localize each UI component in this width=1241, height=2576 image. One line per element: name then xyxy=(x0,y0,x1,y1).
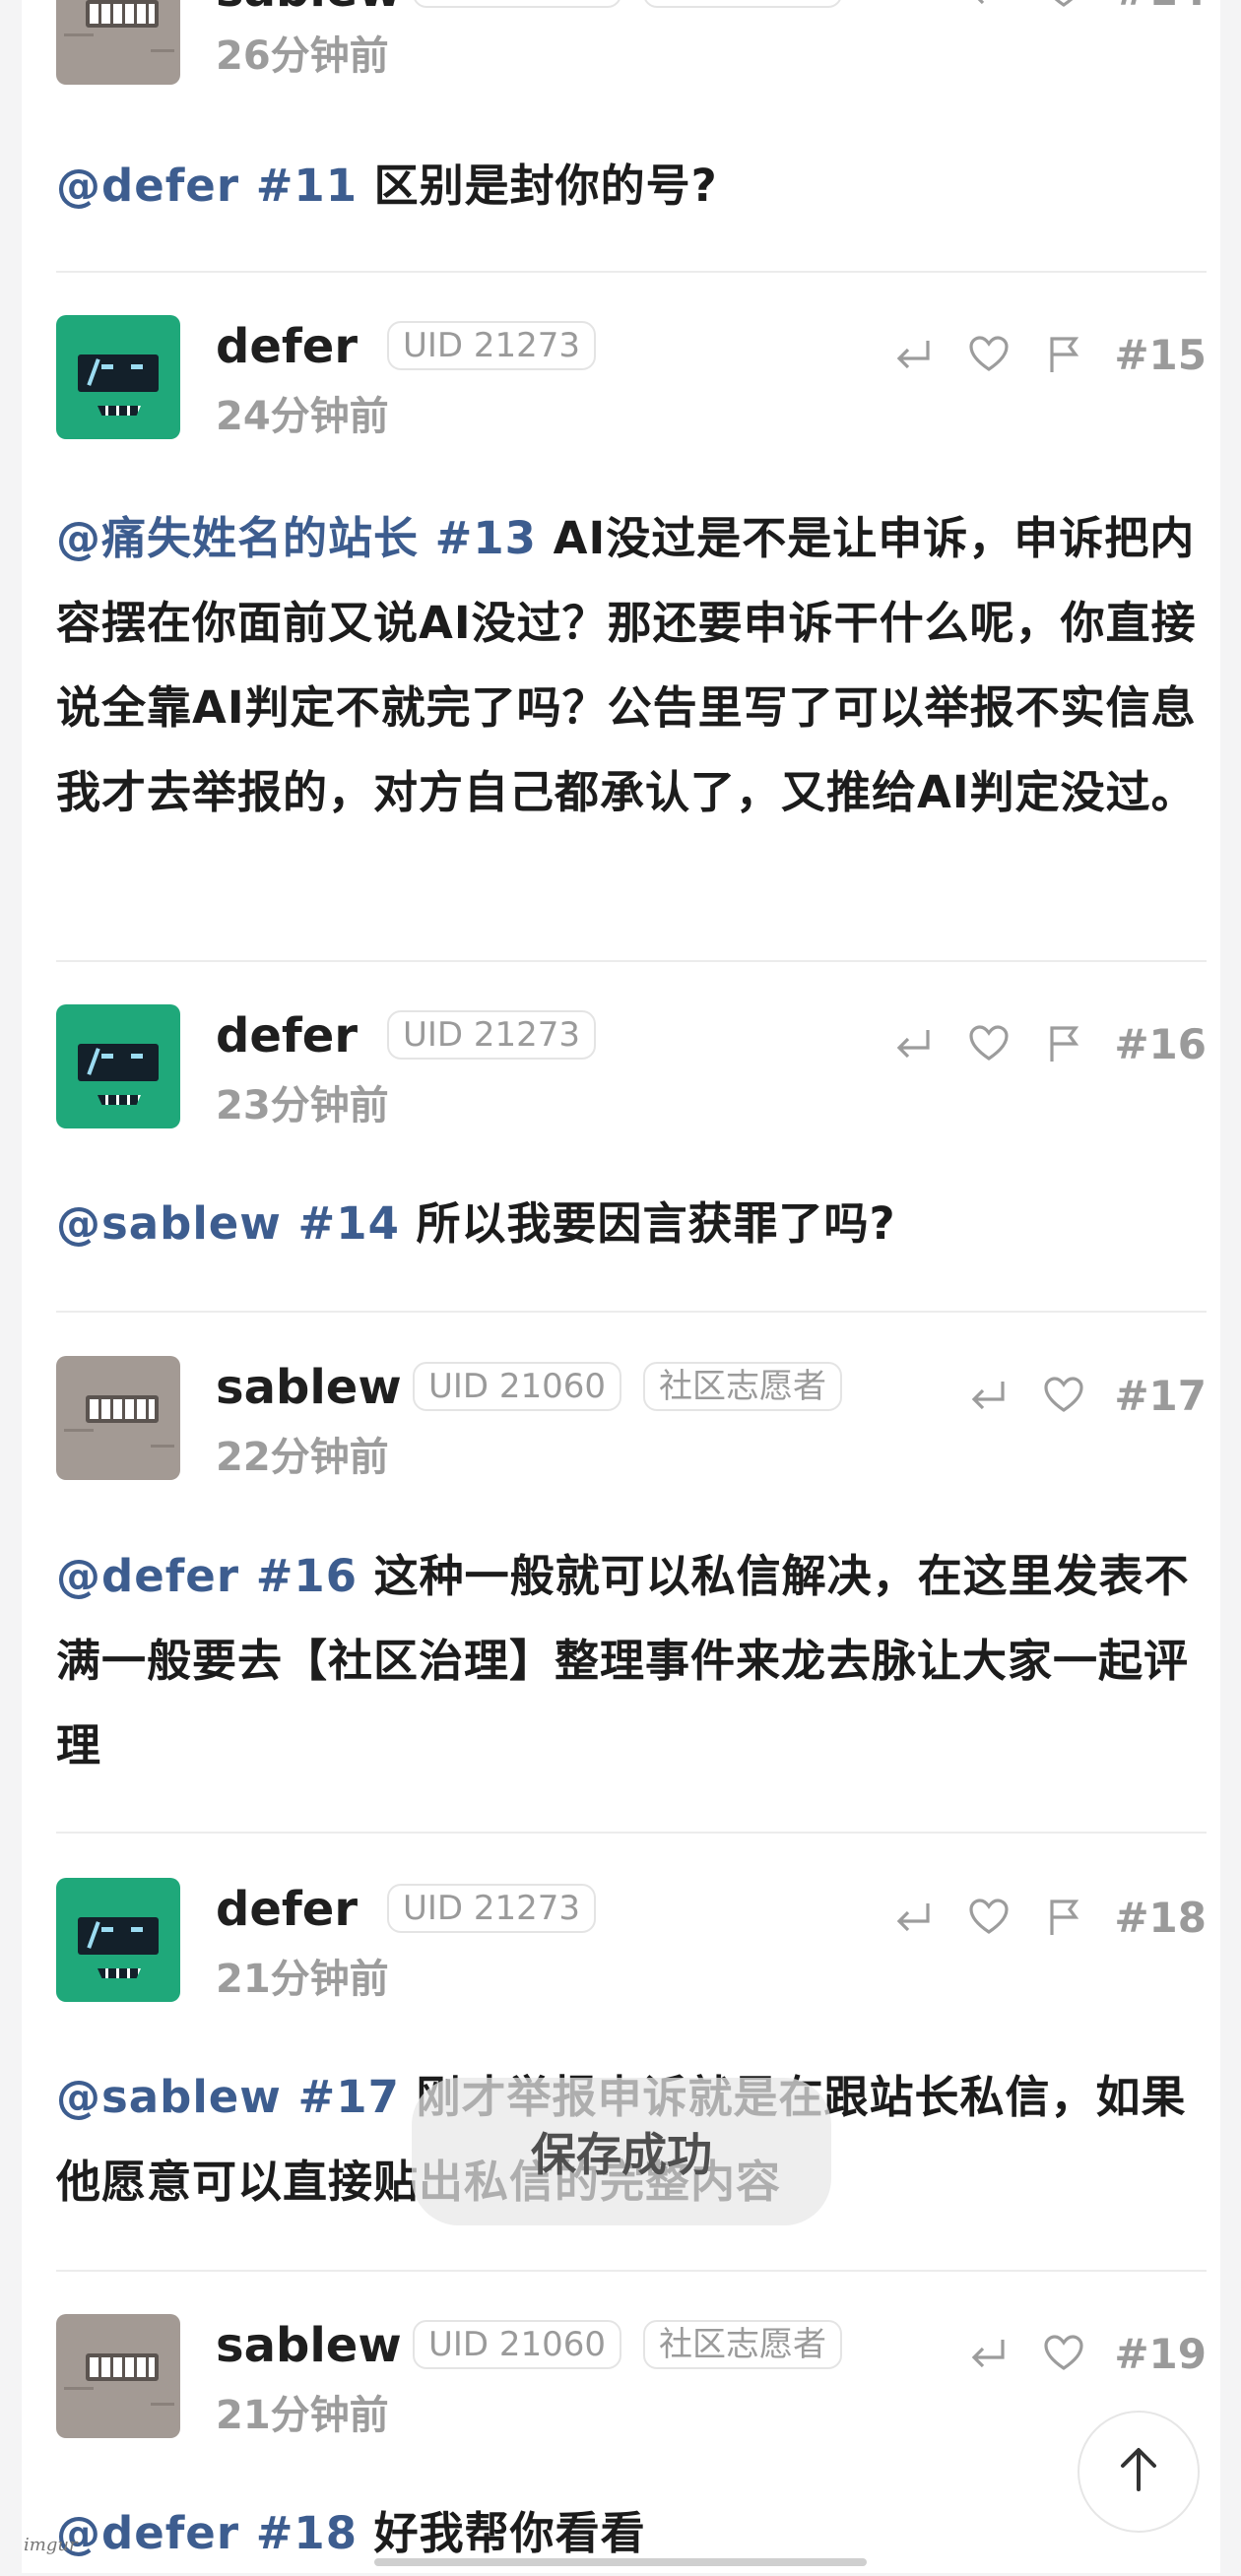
post-time: 23分钟前 xyxy=(216,1083,389,1128)
heart-icon[interactable] xyxy=(1039,1371,1088,1420)
role-badge: 社区志愿者 xyxy=(643,0,842,8)
reply-icon[interactable] xyxy=(889,1019,939,1068)
uid-badge: UID 21273 xyxy=(387,1010,597,1060)
floor-number[interactable]: #15 xyxy=(1114,331,1207,379)
mention-link[interactable]: @defer #16 xyxy=(56,1550,358,1602)
reply-icon[interactable] xyxy=(964,1371,1013,1420)
reply-post: sablew UID 21060 社区志愿者 26分钟前 #14 @defer … xyxy=(56,0,1207,217)
post-content: @痛失姓名的站长 #13 AI没过是不是让申诉，申诉把内容摆在你面前又说AI没过… xyxy=(56,512,1197,818)
mention-link[interactable]: @sablew #17 xyxy=(56,2071,400,2123)
uid-badge: UID 21273 xyxy=(387,321,597,370)
reply-post: defer UID 21273 24分钟前 #15 @痛失姓名的站长 #13 A… xyxy=(56,313,1207,953)
back-to-top-button[interactable] xyxy=(1078,2411,1200,2533)
post-time: 24分钟前 xyxy=(216,394,389,439)
post-content: @defer #16 这种一般就可以私信解决，在这里发表不满一般要去【社区治理】… xyxy=(56,1550,1190,1771)
role-badge: 社区志愿者 xyxy=(643,2320,842,2369)
heart-icon[interactable] xyxy=(1039,0,1088,15)
reply-post: sablew UID 21060 社区志愿者 21分钟前 #19 @defer … xyxy=(56,2312,1207,2573)
username[interactable]: defer xyxy=(216,1006,358,1065)
uid-badge: UID 21273 xyxy=(387,1884,597,1933)
post-content: @defer #11 区别是封你的号? xyxy=(56,160,718,212)
flag-icon[interactable] xyxy=(1039,330,1088,379)
avatar[interactable] xyxy=(56,2314,180,2438)
floor-number[interactable]: #14 xyxy=(1114,0,1207,15)
avatar[interactable] xyxy=(56,1878,180,2002)
avatar[interactable] xyxy=(56,315,180,439)
reply-icon[interactable] xyxy=(964,2329,1013,2378)
post-time: 21分钟前 xyxy=(216,1957,389,2002)
flag-icon[interactable] xyxy=(1039,1019,1088,1068)
uid-badge: UID 21060 xyxy=(413,1362,622,1411)
reply-post: sablew UID 21060 社区志愿者 22分钟前 #17 @defer … xyxy=(56,1354,1207,1807)
username[interactable]: sablew xyxy=(216,0,402,20)
watermark: imgur xyxy=(24,2535,78,2555)
floor-number[interactable]: #18 xyxy=(1114,1894,1207,1942)
username[interactable]: sablew xyxy=(216,2316,402,2375)
avatar[interactable] xyxy=(56,1356,180,1480)
flag-icon[interactable] xyxy=(1039,1893,1088,1942)
username[interactable]: defer xyxy=(216,317,358,376)
heart-icon[interactable] xyxy=(964,1019,1013,1068)
reply-icon[interactable] xyxy=(889,330,939,379)
floor-number[interactable]: #16 xyxy=(1114,1020,1207,1068)
heart-icon[interactable] xyxy=(964,1893,1013,1942)
reply-icon[interactable] xyxy=(964,0,1013,15)
post-time: 26分钟前 xyxy=(216,33,389,79)
floor-number[interactable]: #19 xyxy=(1114,2330,1207,2378)
mention-link[interactable]: @defer #18 xyxy=(56,2507,358,2559)
toast-message: 保存成功 xyxy=(412,2078,831,2225)
uid-badge: UID 21060 xyxy=(413,0,622,8)
reply-icon[interactable] xyxy=(889,1893,939,1942)
uid-badge: UID 21060 xyxy=(413,2320,622,2369)
post-time: 22分钟前 xyxy=(216,1435,389,1480)
post-time: 21分钟前 xyxy=(216,2393,389,2438)
scrollbar[interactable] xyxy=(374,2558,867,2566)
post-content: @sablew #14 所以我要因言获罪了吗? xyxy=(56,1197,896,1250)
mention-link[interactable]: @defer #11 xyxy=(56,160,358,212)
mention-link[interactable]: @痛失姓名的站长 #13 xyxy=(56,512,537,564)
reply-post: defer UID 21273 23分钟前 #16 @sablew #14 所以… xyxy=(56,1002,1207,1298)
username[interactable]: defer xyxy=(216,1880,358,1939)
mention-link[interactable]: @sablew #14 xyxy=(56,1197,400,1250)
heart-icon[interactable] xyxy=(964,330,1013,379)
heart-icon[interactable] xyxy=(1039,2329,1088,2378)
avatar[interactable] xyxy=(56,1004,180,1128)
arrow-up-icon xyxy=(1117,2446,1160,2497)
avatar[interactable] xyxy=(56,0,180,85)
floor-number[interactable]: #17 xyxy=(1114,1372,1207,1420)
username[interactable]: sablew xyxy=(216,1358,402,1417)
role-badge: 社区志愿者 xyxy=(643,1362,842,1411)
